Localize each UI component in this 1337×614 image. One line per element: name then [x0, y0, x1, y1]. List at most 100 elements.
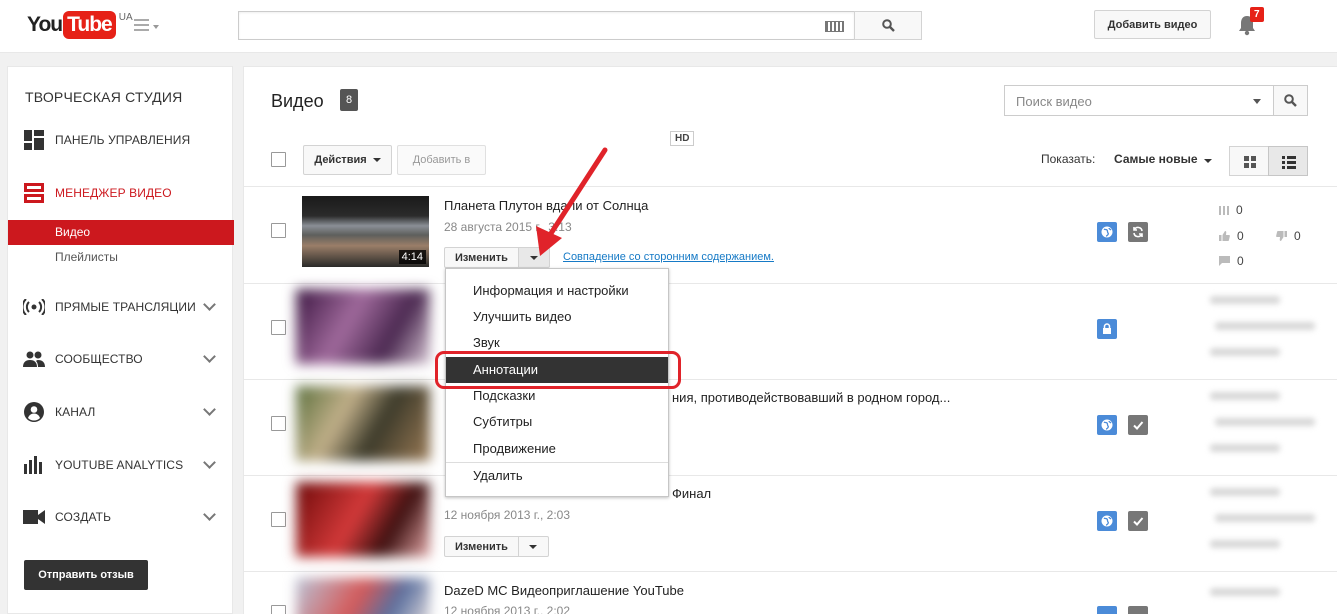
masthead: You Tube UA Добавить видео 7	[0, 0, 1337, 53]
video-date: 12 ноября 2013 г., 2:03	[444, 508, 571, 522]
menu-item-delete[interactable]: Удалить	[446, 463, 668, 489]
video-checkbox[interactable]	[271, 416, 286, 431]
blurred-stats	[1210, 296, 1280, 304]
caret-down-icon	[529, 544, 538, 549]
public-globe-icon[interactable]	[1097, 415, 1117, 435]
send-feedback-button[interactable]: Отправить отзыв	[24, 560, 148, 590]
sidebar-item-dashboard[interactable]: ПАНЕЛЬ УПРАВЛЕНИЯ	[8, 125, 234, 155]
sidebar-item-channel[interactable]: КАНАЛ	[8, 397, 234, 427]
community-icon	[23, 348, 45, 370]
video-title-link[interactable]: Финал	[672, 486, 711, 501]
video-date: 12 ноября 2013 г., 2:02	[444, 604, 571, 614]
edit-button-group: Изменить	[444, 536, 549, 557]
sidebar-title: ТВОРЧЕСКАЯ СТУДИЯ	[25, 89, 183, 105]
search-input[interactable]	[238, 11, 854, 40]
blurred-stats	[1210, 540, 1280, 548]
list-view-button[interactable]	[1268, 146, 1308, 176]
sidebar-item-live[interactable]: ПРЯМЫЕ ТРАНСЛЯЦИИ	[8, 292, 234, 322]
video-checkbox[interactable]	[271, 320, 286, 335]
video-search-button[interactable]	[1273, 85, 1308, 116]
channel-icon	[23, 401, 45, 423]
views-icon	[1219, 205, 1229, 215]
sidebar-item-analytics[interactable]: YOUTUBE ANALYTICS	[8, 450, 234, 480]
video-thumbnail[interactable]	[296, 578, 430, 614]
chevron-down-icon	[203, 403, 216, 416]
comment-icon	[1219, 256, 1230, 266]
logo-region: UA	[118, 12, 133, 23]
video-duration: 4:14	[398, 250, 426, 264]
grid-view-button[interactable]	[1229, 146, 1269, 176]
menu-item-subtitles[interactable]: Субтитры	[446, 409, 668, 435]
video-checkbox[interactable]	[271, 223, 286, 238]
check-icon[interactable]	[1128, 511, 1148, 531]
likes-count: 0	[1237, 229, 1244, 243]
menu-item-promote[interactable]: Продвижение	[446, 436, 668, 462]
sidebar-item-label: СОЗДАТЬ	[55, 510, 112, 524]
sidebar-item-video-manager[interactable]: МЕНЕДЖЕР ВИДЕО	[8, 178, 234, 208]
video-title-link[interactable]: ния, противодействовавший в родном город…	[672, 390, 950, 405]
sidebar-item-community[interactable]: СООБЩЕСТВО	[8, 344, 234, 374]
public-globe-icon[interactable]	[1097, 222, 1117, 242]
logo-text-you: You	[27, 13, 63, 36]
sort-select[interactable]: Самые новые	[1114, 152, 1212, 166]
public-globe-icon[interactable]	[1097, 511, 1117, 531]
live-icon	[23, 296, 45, 318]
menu-item-enhancements[interactable]: Улучшить видео	[446, 304, 668, 330]
check-icon[interactable]	[1128, 415, 1148, 435]
sidebar-item-label: YOUTUBE ANALYTICS	[55, 458, 184, 472]
guide-menu-icon[interactable]	[134, 19, 162, 35]
likes-stat: 0	[1219, 229, 1244, 243]
blurred-stats	[1215, 514, 1315, 522]
edit-button[interactable]: Изменить	[444, 247, 519, 268]
keyboard-icon[interactable]	[825, 21, 844, 32]
chevron-down-icon[interactable]	[1253, 99, 1261, 104]
hd-badge: HD	[670, 131, 695, 146]
menu-item-info-settings[interactable]: Информация и настройки	[446, 278, 668, 304]
annotation-highlight-ring	[435, 351, 681, 389]
blurred-stats	[1215, 418, 1315, 426]
sidebar-item-label: ПРЯМЫЕ ТРАНСЛЯЦИИ	[55, 300, 196, 314]
video-title-link[interactable]: DazeD MC Видеоприглашение YouTube	[444, 583, 684, 598]
search-form	[238, 11, 922, 40]
analytics-icon	[23, 454, 45, 476]
search-button[interactable]	[854, 11, 922, 40]
video-thumbnail[interactable]: 4:14	[302, 196, 429, 267]
video-checkbox[interactable]	[271, 512, 286, 527]
blurred-stats	[1210, 392, 1280, 400]
sort-value: Самые новые	[1114, 152, 1198, 166]
add-to-button[interactable]: Добавить в	[397, 145, 486, 175]
youtube-logo[interactable]: You Tube UA	[27, 11, 133, 41]
chevron-down-icon	[203, 350, 216, 363]
blurred-stats	[1210, 588, 1280, 596]
pointer-arrow-annotation	[536, 147, 608, 256]
video-thumbnail[interactable]	[296, 482, 430, 557]
blurred-stats	[1210, 348, 1280, 356]
edit-dropdown-button[interactable]	[518, 536, 549, 557]
select-all-checkbox[interactable]	[271, 152, 286, 167]
sidebar-item-create[interactable]: СОЗДАТЬ	[8, 502, 234, 532]
dislikes-stat: 0	[1276, 229, 1301, 243]
sidebar-subitem-videos[interactable]: Видео	[8, 220, 234, 245]
actions-button[interactable]: Действия	[303, 145, 392, 175]
public-globe-icon[interactable]	[1097, 606, 1117, 614]
edit-button[interactable]: Изменить	[444, 536, 519, 557]
sidebar-item-label: КАНАЛ	[55, 405, 96, 419]
check-icon[interactable]	[1128, 606, 1148, 614]
blurred-stats	[1210, 444, 1280, 452]
video-thumbnail[interactable]	[296, 386, 430, 461]
video-search-field[interactable]: Поиск видео	[1004, 85, 1308, 116]
comments-stat: 0	[1219, 254, 1244, 268]
comments-count: 0	[1237, 254, 1244, 268]
views-count: 0	[1236, 203, 1243, 217]
sidebar-subitem-playlists[interactable]: Плейлисты	[8, 245, 234, 270]
video-camera-icon	[23, 506, 45, 528]
chevron-down-icon	[203, 298, 216, 311]
upload-video-button[interactable]: Добавить видео	[1094, 10, 1211, 39]
video-thumbnail[interactable]	[296, 289, 430, 364]
video-checkbox[interactable]	[271, 605, 286, 614]
private-lock-icon[interactable]	[1097, 319, 1117, 339]
processing-sync-icon[interactable]	[1128, 222, 1148, 242]
sidebar-item-label: ПАНЕЛЬ УПРАВЛЕНИЯ	[55, 133, 191, 147]
sort-label: Показать:	[1041, 152, 1096, 166]
caret-down-icon	[372, 158, 381, 162]
